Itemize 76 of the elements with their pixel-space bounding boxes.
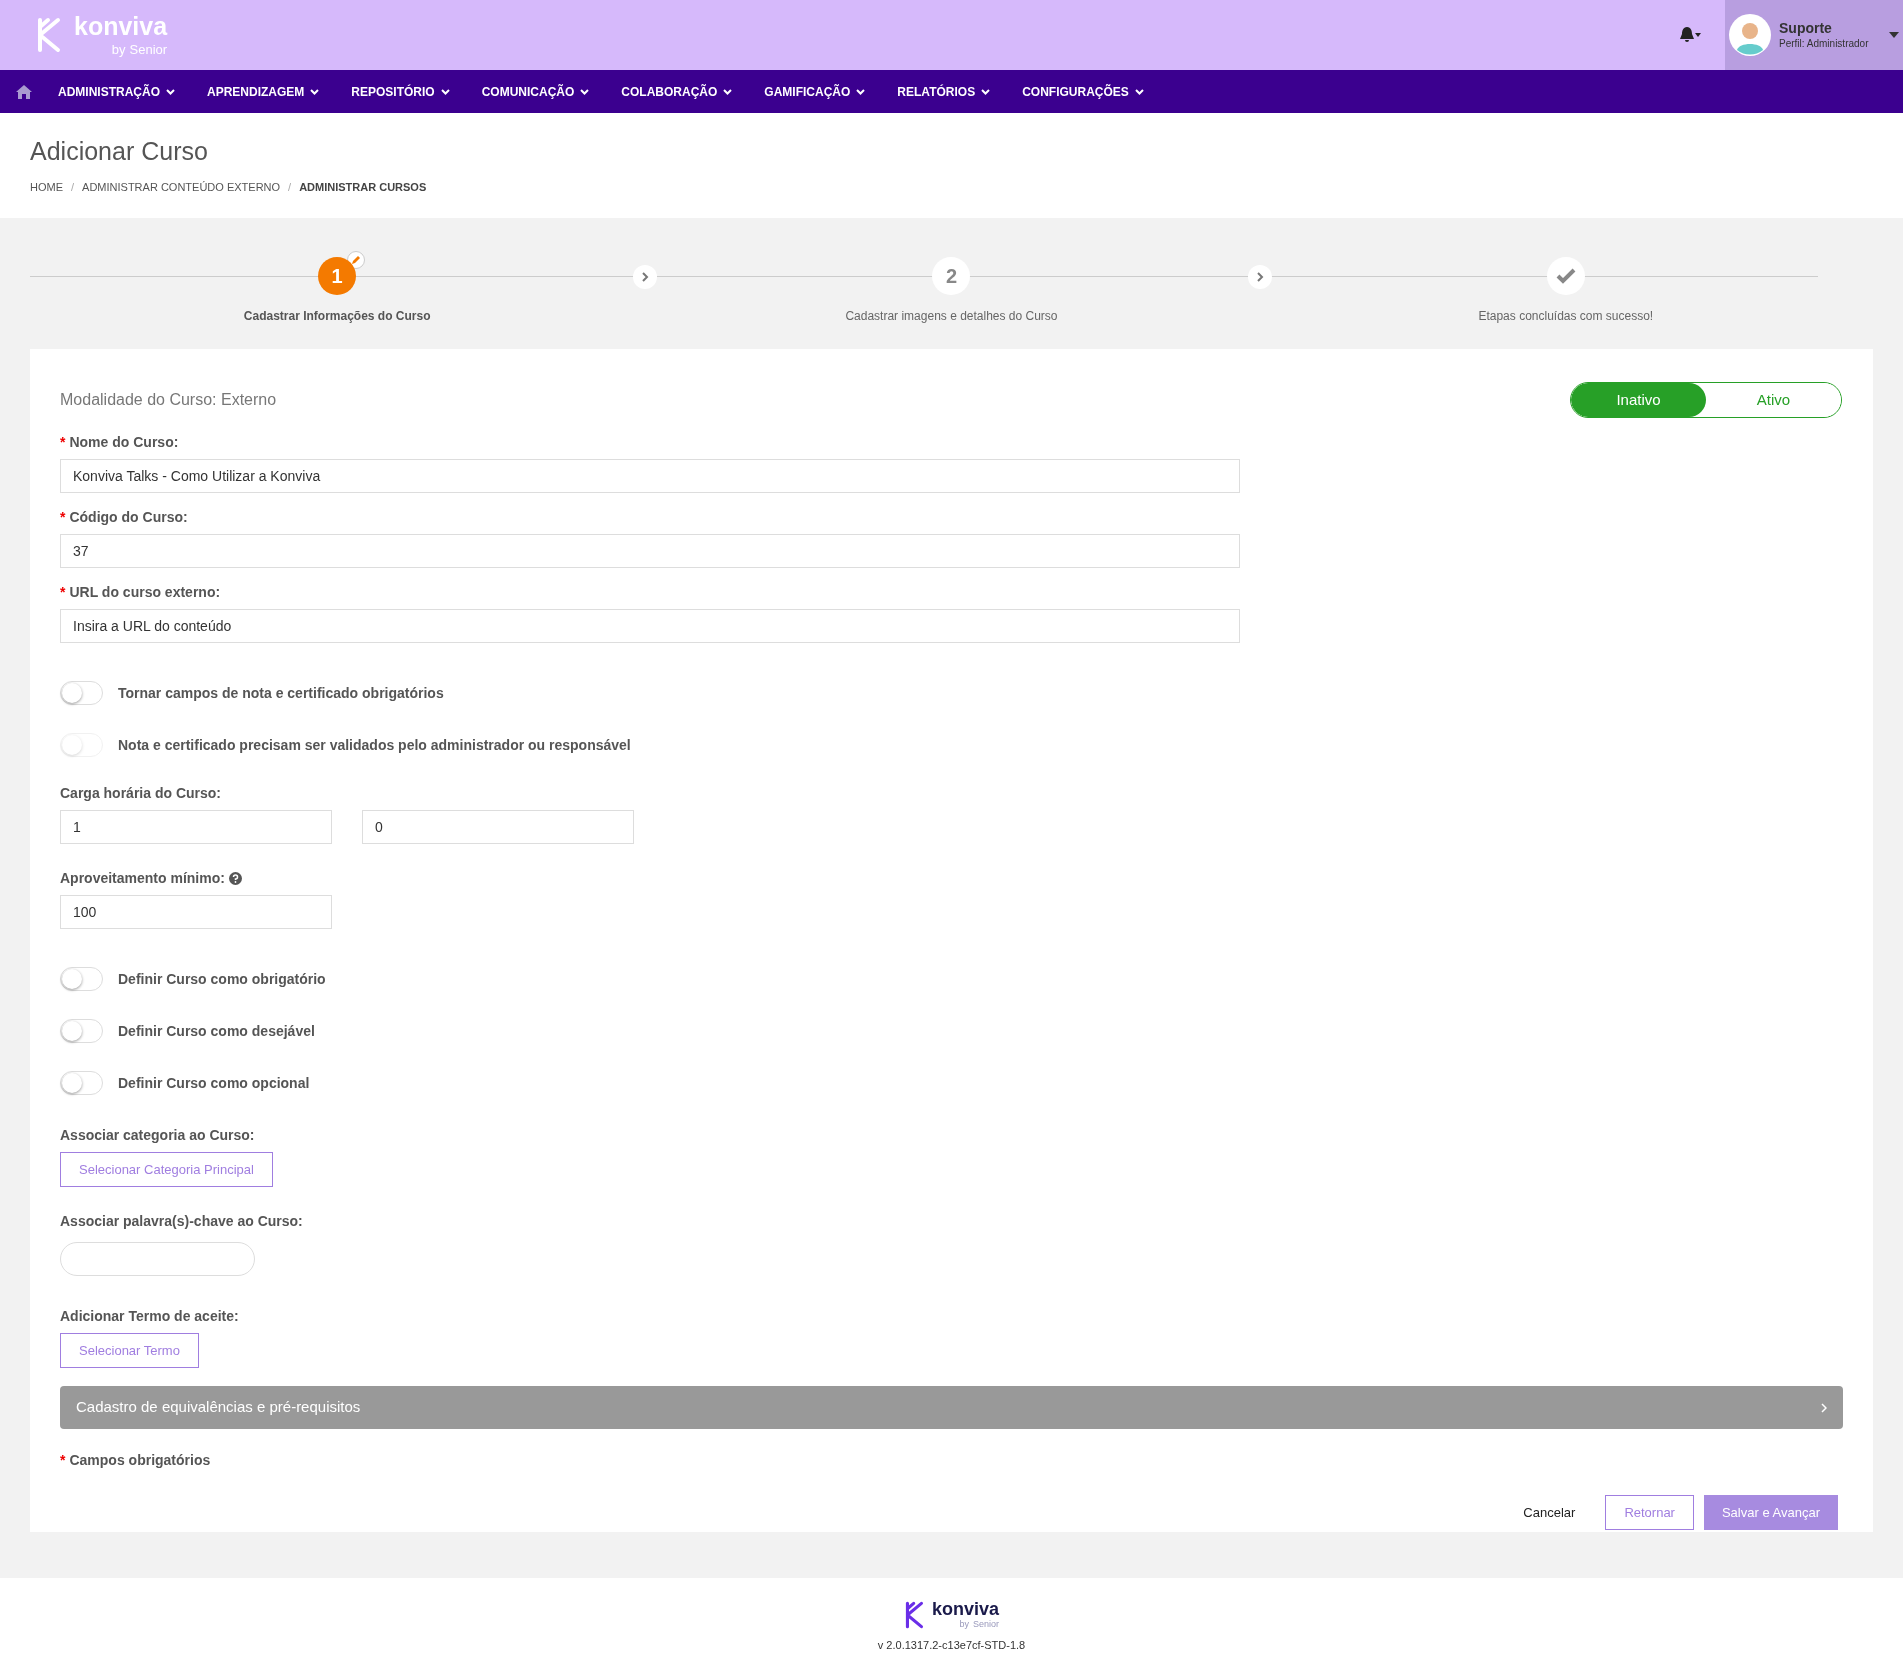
field-label: Adicionar Termo de aceite: bbox=[60, 1307, 239, 1326]
user-menu[interactable]: Suporte Perfil: Administrador bbox=[1725, 0, 1903, 70]
nav-menu-item[interactable]: CONFIGURAÇÕES bbox=[1022, 82, 1144, 101]
logo-subtext: by bbox=[111, 43, 126, 56]
chevron-down-icon bbox=[310, 88, 320, 95]
nav-menu-item[interactable]: GAMIFICAÇÃO bbox=[764, 82, 866, 101]
toggle-switch[interactable] bbox=[60, 967, 103, 991]
field-label: URL do curso externo: bbox=[69, 583, 221, 602]
step-label: Cadastrar Informações do Curso bbox=[243, 308, 431, 325]
nav-menu-item[interactable]: COLABORAÇÃO bbox=[621, 82, 733, 101]
field-label: Nome do Curso: bbox=[69, 433, 179, 452]
text-input[interactable]: 0 bbox=[362, 810, 634, 844]
text-input[interactable]: 37 bbox=[60, 534, 1240, 568]
avatar-icon bbox=[1729, 14, 1771, 56]
toggle-switch[interactable] bbox=[60, 681, 103, 705]
chevron-down-icon bbox=[723, 88, 733, 95]
logo-text: konviva bbox=[74, 14, 168, 39]
chevron-down-icon bbox=[440, 88, 450, 95]
nav-menu-item[interactable]: ADMINISTRAÇÃO bbox=[58, 82, 175, 101]
page-title: Adicionar Curso bbox=[30, 136, 209, 167]
toggle-label: Definir Curso como desejável bbox=[118, 1021, 315, 1041]
nav-menu-item[interactable]: COMUNICAÇÃO bbox=[481, 82, 590, 101]
required-note: Campos obrigatórios bbox=[69, 1451, 211, 1470]
chevron-down-icon bbox=[1134, 88, 1144, 95]
toggle-label: Nota e certificado precisam ser validados pelo administrador ou responsável bbox=[118, 735, 631, 755]
toggle-switch[interactable] bbox=[60, 1019, 103, 1043]
field-label: Associar categoria ao Curso: bbox=[60, 1126, 255, 1145]
user-profile: Perfil: Administrador bbox=[1779, 37, 1869, 50]
breadcrumb-separator: / bbox=[288, 180, 292, 196]
user-name: Suporte bbox=[1779, 20, 1833, 38]
text-input[interactable]: 1 bbox=[60, 810, 332, 844]
logo-brand-text: Senior bbox=[973, 1620, 999, 1629]
breadcrumb-separator: / bbox=[71, 180, 75, 196]
toggle-label: Definir Curso como opcional bbox=[118, 1073, 310, 1093]
nav-menu-item[interactable]: REPOSITÓRIO bbox=[351, 82, 450, 101]
chevron-down-icon bbox=[981, 88, 991, 95]
course-modality: Modalidade do Curso: Externo bbox=[60, 390, 277, 410]
chevron-right-icon bbox=[633, 265, 658, 289]
toggle-label: Tornar campos de nota e certificado obrigatórios bbox=[118, 683, 444, 703]
accordion-title: Cadastro de equivalências e pré-requisitos bbox=[76, 1397, 361, 1418]
required-asterisk: * bbox=[60, 508, 66, 527]
step-label: Cadastrar imagens e detalhes do Curso bbox=[845, 308, 1058, 325]
logo-text: konviva bbox=[931, 1600, 999, 1618]
required-asterisk: * bbox=[60, 583, 66, 602]
nav-menu-item[interactable]: RELATÓRIOS bbox=[897, 82, 991, 101]
field-label: Aproveitamento mínimo: bbox=[60, 869, 225, 888]
help-icon[interactable] bbox=[228, 872, 242, 885]
breadcrumb-link[interactable]: HOME bbox=[30, 179, 63, 196]
step-label: Etapas concluídas com sucesso! bbox=[1478, 308, 1654, 325]
text-input[interactable]: 100 bbox=[60, 895, 332, 929]
step-marker[interactable]: 2 bbox=[932, 257, 971, 295]
field-label: Associar palavra(s)-chave ao Curso: bbox=[60, 1212, 303, 1231]
caret-icon bbox=[1889, 32, 1899, 38]
step-check-icon[interactable] bbox=[1546, 257, 1585, 295]
home-icon[interactable] bbox=[16, 84, 32, 99]
required-asterisk: * bbox=[60, 1451, 66, 1470]
chevron-right-icon bbox=[1247, 265, 1272, 289]
logo-brand-text: Senior bbox=[129, 43, 168, 56]
breadcrumb-link[interactable]: ADMINISTRAR CONTEÚDO EXTERNO bbox=[82, 179, 281, 196]
toggle-switch[interactable] bbox=[60, 1071, 103, 1095]
chevron-down-icon bbox=[856, 88, 866, 95]
cancel-link[interactable]: Cancelar bbox=[1503, 1495, 1596, 1530]
text-input[interactable]: Konviva Talks - Como Utilizar a Konviva bbox=[60, 459, 1240, 493]
required-asterisk: * bbox=[60, 433, 66, 452]
breadcrumb-link[interactable]: ADMINISTRAR CURSOS bbox=[299, 179, 427, 196]
nav-menu-item[interactable]: APRENDIZAGEM bbox=[207, 82, 320, 101]
chevron-right-icon bbox=[1821, 1402, 1827, 1413]
toggle-label: Definir Curso como obrigatório bbox=[118, 969, 326, 989]
notification-bell-icon[interactable] bbox=[1679, 26, 1701, 44]
chevron-down-icon bbox=[580, 88, 590, 95]
version-text: v 2.0.1317.2-c13e7cf-STD-1.8 bbox=[877, 1638, 1026, 1653]
field-label: Carga horária do Curso: bbox=[60, 784, 222, 803]
text-input[interactable]: Insira a URL do conteúdo bbox=[60, 609, 1240, 643]
chevron-down-icon bbox=[166, 88, 175, 95]
logo-subtext: by bbox=[959, 1620, 969, 1629]
field-label: Código do Curso: bbox=[69, 508, 188, 527]
